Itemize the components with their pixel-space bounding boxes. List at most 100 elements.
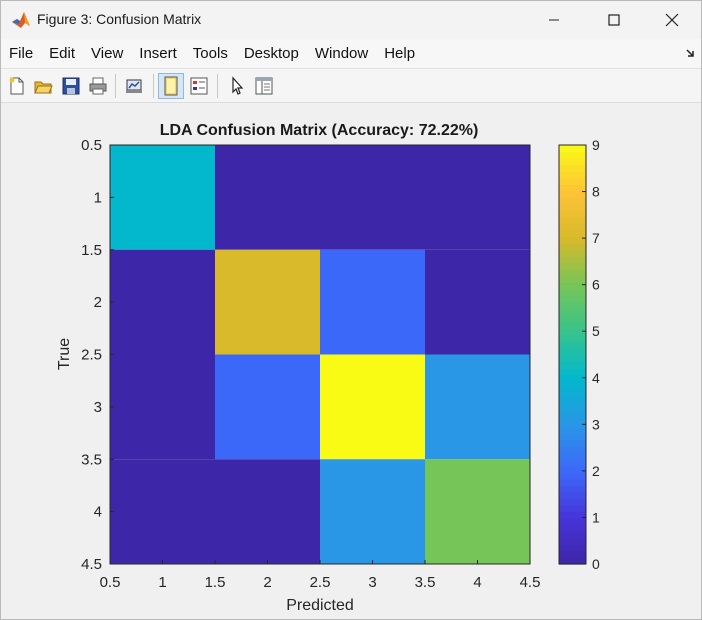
colorbar-segment [559,315,586,323]
save-icon [62,77,80,95]
colorbar-segment [559,406,586,415]
x-tick-label: 0.5 [100,574,121,591]
close-button[interactable] [649,1,695,39]
colorbar-segment [559,485,586,493]
window-title: Figure 3: Confusion Matrix [37,11,202,27]
y-tick-label: 0.5 [81,137,102,154]
colorbar-segment [559,282,586,290]
colorbar-tick-label: 4 [592,370,600,386]
minimize-button[interactable] [531,1,577,39]
dock-arrow-icon[interactable] [685,47,697,59]
plot-browser-icon [255,77,273,95]
matrix-cell-r3-c4 [425,354,530,460]
x-tick-label: 1.5 [205,574,226,591]
confusion-matrix-plot[interactable]: LDA Confusion Matrix (Accuracy: 72.22%) … [1,103,701,619]
x-tick-label: 1 [158,574,166,591]
link-plot-icon [126,79,142,93]
new-figure-button[interactable] [4,73,30,99]
colorbar-segment [559,151,586,159]
matrix-cell-r3-c1 [110,354,215,460]
matrix-cell-r1-c1 [110,145,215,250]
x-tick-label: 3.5 [415,574,436,591]
figure-window: Figure 3: Confusion Matrix File Edit Vie… [0,0,702,620]
matrix-cell-r1-c3 [320,145,425,250]
menu-edit[interactable]: Edit [41,39,83,69]
matrix-cell-r4-c3 [320,459,425,564]
matlab-logo-icon [12,12,30,28]
show-plot-tools-button[interactable] [186,73,212,99]
menu-insert[interactable]: Insert [131,39,185,69]
y-axis-label: True [56,338,73,370]
colorbar-segment [559,380,586,388]
colorbar-segment [559,387,586,395]
y-tick-label: 2.5 [81,347,102,364]
figure-canvas[interactable]: LDA Confusion Matrix (Accuracy: 72.22%) … [1,103,701,619]
save-button[interactable] [58,73,84,99]
colorbar-segment [559,341,586,349]
colorbar-segment [559,210,586,218]
show-plot-tools-icon [190,77,208,95]
maximize-button[interactable] [591,1,637,39]
matrix-cell-r2-c2 [215,249,320,355]
colorbar-segment [559,334,586,343]
y-tick-label: 1 [94,189,102,206]
colorbar-segment [559,531,586,539]
colorbar-segment [559,158,586,166]
hide-plot-tools-button[interactable] [158,73,184,99]
colorbar-tick-label: 5 [592,323,600,339]
menu-tools[interactable]: Tools [185,39,236,69]
matrix-cell-r1-c2 [215,145,320,250]
colorbar-segment [559,190,586,198]
x-tick-label: 2 [263,574,271,591]
x-tick-label: 2.5 [310,574,331,591]
toolbar [1,69,701,103]
open-file-icon [34,81,53,94]
colorbar-segment [559,491,586,500]
maximize-icon [608,14,620,26]
colorbar-segment [559,269,586,277]
matrix-cell-r2-c4 [425,249,530,355]
colorbar-segment [559,374,586,382]
colorbar-segment [559,354,586,362]
colorbar-segment [559,164,586,172]
menu-window[interactable]: Window [307,39,376,69]
colorbar-segment [559,249,586,257]
colorbar-tick-label: 1 [592,509,600,525]
matrix-cell-r1-c4 [425,145,530,250]
y-tick-label: 3 [94,399,102,416]
y-tick-label: 2 [94,294,102,311]
edit-plot-button[interactable] [224,73,250,99]
colorbar-segment [559,498,586,506]
colorbar-segment [559,426,586,434]
y-tick-label: 4 [94,504,102,521]
menu-help[interactable]: Help [376,39,423,69]
colorbar-segment [559,321,586,329]
colorbar-segment [559,230,586,238]
colorbar-segment [559,361,586,369]
menu-file[interactable]: File [1,39,41,69]
colorbar-segment [559,184,586,192]
link-plot-button[interactable] [121,73,147,99]
plot-browser-button[interactable] [251,73,277,99]
colorbar-segment [559,289,586,297]
colorbar-segment [559,537,586,545]
x-tick-label: 4.5 [520,574,541,591]
menu-desktop[interactable]: Desktop [236,39,307,69]
y-tick-label: 3.5 [81,451,102,468]
menu-view[interactable]: View [83,39,131,69]
toolbar-separator [217,74,218,98]
colorbar-segment [559,243,586,251]
colorbar-segment [559,145,586,153]
colorbar-tick-label: 8 [592,184,600,200]
colorbar-segment [559,171,586,179]
open-file-button[interactable] [30,73,56,99]
colorbar-segment [559,347,586,356]
print-button[interactable] [85,73,111,99]
colorbar-segment [559,367,586,375]
colorbar-segment [559,452,586,460]
x-tick-label: 4 [473,574,481,591]
edit-plot-icon [232,76,244,95]
colorbar-segment [559,524,586,532]
title-bar[interactable]: Figure 3: Confusion Matrix [1,1,701,39]
close-icon [665,13,679,27]
